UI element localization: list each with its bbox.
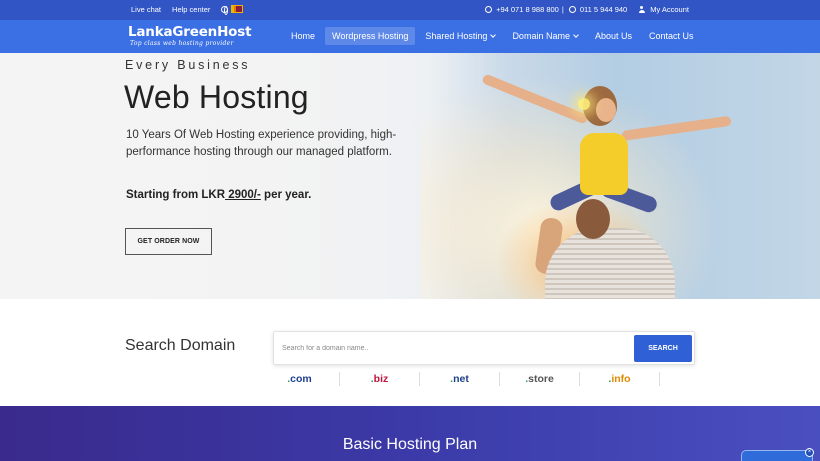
phone-number-2[interactable]: 011 5 944 940 [580, 5, 627, 14]
nav-about-us[interactable]: About Us [588, 27, 639, 45]
hero-title: Web Hosting [124, 79, 309, 115]
chevron-down-icon [490, 31, 497, 38]
top-bar: Live chat Help center +94 071 8 988 800 … [0, 0, 820, 20]
nav-about-us-label: About Us [594, 31, 632, 41]
plans-heading: Basic Hosting Plan [342, 436, 478, 453]
child-figure [580, 133, 628, 195]
language-selector[interactable] [221, 5, 244, 15]
tld-info[interactable]: .info [580, 372, 660, 386]
domain-search-input[interactable] [282, 340, 622, 356]
tld-biz[interactable]: .biz [340, 372, 420, 386]
nav-shared-hosting[interactable]: Shared Hosting [418, 27, 502, 45]
price-prefix: Starting from LKR [126, 189, 226, 201]
logo-tagline: Top class web hosting provider [130, 40, 234, 47]
sri-lanka-flag-icon [231, 5, 244, 13]
hero-description: 10 Years Of Web Hosting experience provi… [126, 129, 397, 158]
tld-ext: info [611, 373, 631, 385]
help-center-link[interactable]: Help center [172, 5, 210, 14]
hero-banner: Every Business Web Hosting 10 Years Of W… [0, 53, 820, 299]
my-account-link[interactable]: My Account [650, 5, 689, 14]
nav-home[interactable]: Home [284, 27, 322, 45]
tld-ext: store [528, 373, 554, 385]
phone-separator: | [561, 5, 564, 14]
hero-price: Starting from LKR 2900/- per year. [126, 189, 311, 201]
globe-icon [221, 6, 229, 15]
top-bar-right: +94 071 8 988 800 | 011 5 944 940 My Acc… [485, 5, 689, 14]
whatsapp-icon [485, 6, 493, 13]
main-menu: Home Wordpress Hosting Shared Hosting Do… [284, 27, 704, 45]
phone-number-1[interactable]: +94 071 8 988 800 [496, 5, 559, 14]
nav-shared-hosting-label: Shared Hosting [425, 31, 488, 41]
tld-ext: com [290, 373, 312, 385]
get-order-now-button[interactable]: GET ORDER NOW [125, 228, 212, 255]
main-navbar: LankaGreenHost Top class web hosting pro… [0, 20, 820, 53]
site-logo[interactable]: LankaGreenHost Top class web hosting pro… [128, 24, 252, 48]
live-chat-link[interactable]: Live chat [131, 5, 161, 14]
user-icon [638, 6, 645, 13]
chat-widget[interactable] [741, 450, 813, 461]
tld-com[interactable]: .com [260, 372, 340, 386]
close-icon[interactable]: × [805, 448, 814, 457]
nav-home-label: Home [291, 31, 316, 41]
tld-ext: biz [373, 373, 389, 385]
tld-net[interactable]: .net [420, 372, 500, 386]
nav-wordpress-hosting[interactable]: Wordpress Hosting [325, 27, 416, 45]
child-face [596, 98, 616, 122]
domain-search-box: SEARCH [273, 331, 695, 365]
price-amount: 2900/- [225, 189, 261, 201]
phone-icon [568, 6, 576, 13]
lens-flare [578, 98, 590, 110]
chevron-down-icon [573, 31, 579, 38]
nav-contact-us[interactable]: Contact Us [642, 27, 701, 45]
logo-name: LankaGreenHost [128, 24, 252, 40]
tld-store[interactable]: .store [500, 372, 580, 386]
search-domain-heading: Search Domain [125, 337, 236, 354]
hosting-plans-section: Basic Hosting Plan [0, 406, 820, 461]
nav-domain-name-label: Domain Name [512, 31, 570, 41]
tld-ext: net [453, 373, 469, 385]
nav-domain-name[interactable]: Domain Name [505, 27, 585, 45]
price-suffix: per year. [260, 189, 312, 201]
nav-wordpress-hosting-label: Wordpress Hosting [332, 31, 409, 41]
nav-contact-us-label: Contact Us [649, 31, 694, 41]
domain-search-section: Search Domain SEARCH .com .biz .net .sto… [0, 299, 820, 406]
top-bar-left: Live chat Help center [131, 5, 244, 15]
father-head [576, 199, 610, 239]
tld-list: .com .biz .net .store .info [260, 372, 660, 386]
hero-eyebrow: Every Business [125, 58, 251, 72]
search-button[interactable]: SEARCH [634, 335, 692, 362]
